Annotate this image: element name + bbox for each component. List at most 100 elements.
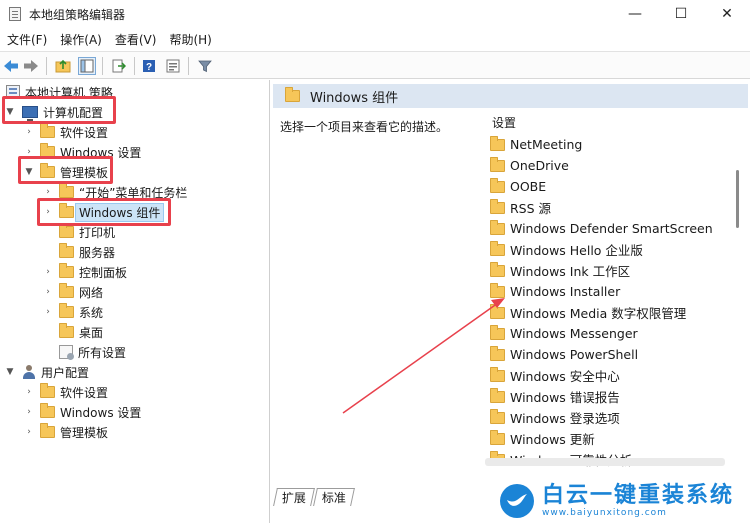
folder-icon — [40, 123, 55, 138]
tree-item-desktop[interactable]: 桌面 — [59, 322, 103, 342]
list-item[interactable]: Windows PowerShell — [490, 344, 638, 365]
menu-action[interactable]: 操作(A) — [60, 31, 102, 48]
filter-icon[interactable] — [196, 57, 214, 75]
settings-column-header[interactable]: 设置 — [492, 114, 516, 131]
list-item-label: RSS 源 — [510, 201, 552, 216]
folder-icon — [490, 135, 505, 151]
list-item[interactable]: Windows Hello 企业版 — [490, 239, 643, 260]
help-icon[interactable]: ? — [140, 57, 158, 75]
tree-item-user-windows-settings[interactable]: Windows 设置 — [40, 402, 141, 422]
tree-item-network[interactable]: 网络 — [59, 282, 103, 302]
horizontal-scrollbar[interactable] — [485, 458, 725, 466]
svg-text:?: ? — [146, 62, 152, 73]
list-item[interactable]: RSS 源 — [490, 197, 551, 218]
chevron-right-icon[interactable]: › — [43, 207, 53, 217]
close-button[interactable]: ✕ — [704, 0, 750, 28]
chevron-right-icon[interactable]: › — [43, 307, 53, 317]
tree-item-control-panel[interactable]: 控制面板 — [59, 262, 127, 282]
folder-icon — [59, 283, 74, 298]
folder-icon — [490, 387, 505, 403]
list-item[interactable]: Windows Messenger — [490, 323, 638, 344]
folder-icon — [40, 403, 55, 418]
folder-icon — [59, 323, 74, 338]
tree-item-printers[interactable]: 打印机 — [59, 222, 115, 242]
tree-item-admin-templates[interactable]: 管理模板 — [40, 162, 108, 182]
chevron-down-icon[interactable]: ▼ — [24, 167, 34, 177]
folder-icon — [490, 240, 505, 256]
details-header-title: Windows 组件 — [310, 90, 399, 106]
list-item-label: Windows 更新 — [510, 432, 595, 447]
list-item-label: Windows Hello 企业版 — [510, 243, 643, 258]
tree-item-windows-components[interactable]: Windows 组件 — [59, 202, 165, 222]
tab-label: 标准 — [321, 491, 346, 505]
chevron-down-icon[interactable]: ▼ — [5, 367, 15, 377]
list-item[interactable]: Windows 登录选项 — [490, 407, 620, 428]
list-item[interactable]: NetMeeting — [490, 134, 582, 155]
folder-icon — [59, 203, 74, 218]
list-item[interactable]: OOBE — [490, 176, 546, 197]
chevron-right-icon[interactable]: › — [43, 267, 53, 277]
minimize-button[interactable]: — — [612, 0, 658, 28]
list-item[interactable]: Windows Ink 工作区 — [490, 260, 630, 281]
tree-item-server[interactable]: 服务器 — [59, 242, 115, 262]
folder-icon — [490, 261, 505, 277]
folder-icon — [490, 282, 505, 298]
chevron-right-icon[interactable]: › — [24, 127, 34, 137]
folder-icon — [490, 324, 505, 340]
tree-item-system[interactable]: 系统 — [59, 302, 103, 322]
tree-item-label: 管理模板 — [60, 165, 109, 180]
list-item[interactable]: Windows Defender SmartScreen — [490, 218, 713, 239]
chevron-right-icon[interactable]: › — [24, 387, 34, 397]
list-item[interactable]: Windows 错误报告 — [490, 386, 620, 407]
back-arrow-icon[interactable] — [2, 57, 20, 75]
tree-item-user-config[interactable]: 用户配置 — [22, 362, 89, 382]
menu-file[interactable]: 文件(F) — [7, 31, 47, 48]
list-item[interactable]: Windows 更新 — [490, 428, 595, 449]
computer-icon — [22, 106, 38, 121]
title-bar: 本地组策略编辑器 — ☐ ✕ — [0, 0, 750, 28]
maximize-button[interactable]: ☐ — [658, 0, 704, 28]
folder-icon — [490, 408, 505, 424]
tree-item-user-software-settings[interactable]: 软件设置 — [40, 382, 108, 402]
properties-icon[interactable] — [164, 57, 182, 75]
menu-help[interactable]: 帮助(H) — [169, 31, 211, 48]
show-tree-icon[interactable] — [78, 57, 96, 75]
details-pane: Windows 组件 选择一个项目来查看它的描述。 设置 NetMeeting … — [271, 80, 750, 523]
list-item-label: Windows Media 数字权限管理 — [510, 306, 687, 321]
folder-icon — [40, 383, 55, 398]
tree-item-label: 控制面板 — [79, 265, 128, 280]
chevron-right-icon[interactable]: › — [24, 407, 34, 417]
tree-item-computer-config[interactable]: 计算机配置 — [22, 102, 103, 122]
tree-item-label: 软件设置 — [60, 385, 109, 400]
chevron-right-icon[interactable]: › — [43, 287, 53, 297]
chevron-right-icon[interactable]: › — [43, 187, 53, 197]
tree-root[interactable]: 本地计算机 策略 — [6, 82, 113, 102]
forward-arrow-icon[interactable] — [22, 57, 40, 75]
tree-item-label: Windows 设置 — [60, 405, 142, 420]
export-list-icon[interactable] — [110, 57, 128, 75]
tree-item-label: Windows 组件 — [74, 202, 165, 222]
folder-icon — [40, 423, 55, 438]
tab-extended[interactable]: 扩展 — [273, 488, 315, 506]
tree-item-windows-settings[interactable]: Windows 设置 — [40, 142, 141, 162]
tree-item-start-menu[interactable]: “开始”菜单和任务栏 — [59, 182, 187, 202]
list-item[interactable]: OneDrive — [490, 155, 569, 176]
folder-icon — [59, 243, 74, 258]
chevron-right-icon[interactable]: › — [24, 427, 34, 437]
chevron-right-icon[interactable]: › — [24, 147, 34, 157]
chevron-down-icon[interactable]: ▼ — [5, 107, 15, 117]
list-item[interactable]: Windows 安全中心 — [490, 365, 620, 386]
folder-icon — [490, 156, 505, 172]
tree-item-user-admin-templates[interactable]: 管理模板 — [40, 422, 108, 442]
list-item[interactable]: Windows Installer — [490, 281, 620, 302]
tab-standard[interactable]: 标准 — [313, 488, 355, 506]
vertical-scrollbar[interactable] — [736, 170, 739, 228]
list-item-label: OOBE — [510, 179, 547, 194]
tab-label: 扩展 — [281, 491, 306, 505]
tree-item-software-settings[interactable]: 软件设置 — [40, 122, 108, 142]
menu-view[interactable]: 查看(V) — [115, 31, 157, 48]
folder-icon — [59, 223, 74, 238]
up-folder-icon[interactable] — [54, 57, 72, 75]
list-item[interactable]: Windows Media 数字权限管理 — [490, 302, 686, 323]
tree-item-all-settings[interactable]: 所有设置 — [59, 342, 126, 362]
